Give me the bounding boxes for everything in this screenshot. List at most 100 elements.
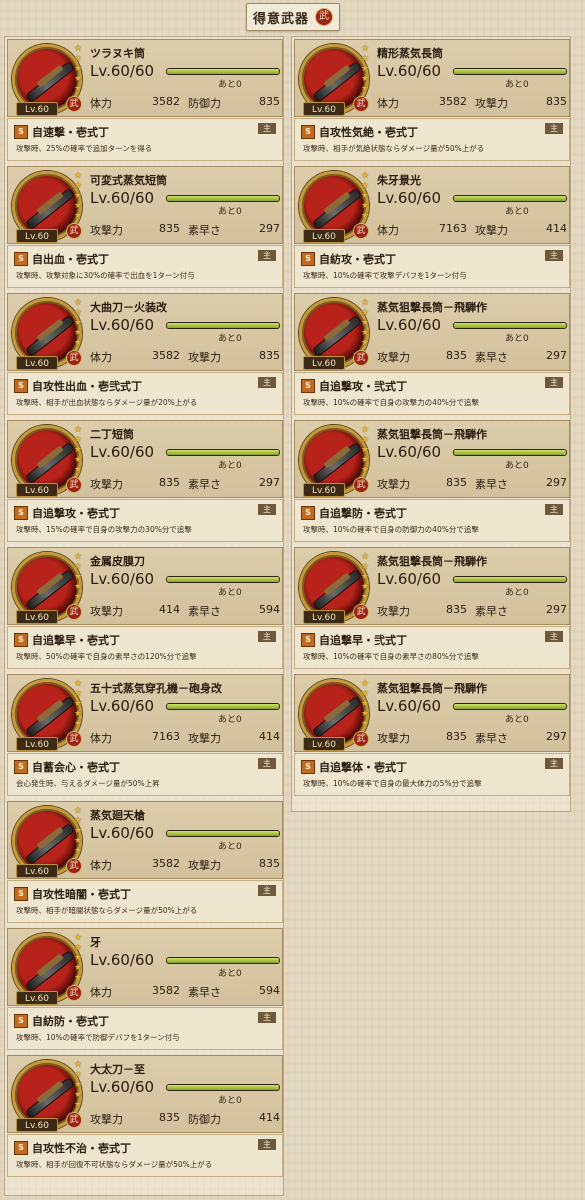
stat-2-label: 素早さ bbox=[188, 224, 221, 237]
exp-remaining: あと0 bbox=[218, 588, 242, 598]
main-skill-tag: 主 bbox=[258, 1012, 276, 1023]
weapon-type-icon: 武 bbox=[353, 731, 369, 747]
skill-name: 自攻性暗闇・壱式丁 bbox=[32, 888, 131, 901]
exp-bar-fill bbox=[167, 450, 279, 455]
weapon-card[interactable]: ★ ★ ★ ★ ★ Lv.60 武 金属皮膜刀 Lv.60/60 あと0 攻撃力 414… bbox=[7, 547, 283, 671]
exp-bar bbox=[166, 830, 280, 837]
main-skill-tag: 主 bbox=[545, 123, 563, 134]
weapon-level: Lv.60/60 bbox=[377, 62, 442, 80]
stat-2-label: 攻撃力 bbox=[188, 859, 221, 872]
weapon-card[interactable]: ★ ★ ★ ★ ★ Lv.60 武 蒸気狙撃長筒－飛騨作 Lv.60/60 あと0 攻撃… bbox=[294, 674, 570, 798]
stat-2-label: 素早さ bbox=[475, 732, 508, 745]
weapon-card[interactable]: ★ ★ ★ ★ ★ Lv.60 武 蒸気狙撃長筒－飛騨作 Lv.60/60 あと0 攻撃… bbox=[294, 420, 570, 544]
main-skill-tag: 主 bbox=[258, 123, 276, 134]
weapon-info-panel: ★ ★ ★ ★ ★ Lv.60 武 大曲刀－火装改 Lv.60/60 あと0 体力 35… bbox=[7, 293, 283, 371]
weapon-type-icon: 武 bbox=[66, 604, 82, 620]
skill-panel: S 自追撃攻・壱式丁 主 攻撃時、15%の確率で自身の攻撃力の30%分で追撃 bbox=[7, 499, 283, 542]
weapon-info-panel: ★ ★ ★ ★ ★ Lv.60 武 蒸気狙撃長筒－飛騨作 Lv.60/60 あと0 攻撃… bbox=[294, 420, 570, 498]
skill-name: 自攻性出血・壱弐式丁 bbox=[32, 380, 142, 393]
stat-2-value: 835 bbox=[259, 349, 280, 362]
rarity-stars-icon: ★ ★ ★ ★ ★ bbox=[74, 425, 83, 475]
skill-description: 攻撃時、相手が気絶状態ならダメージ量が50%上がる bbox=[303, 144, 485, 153]
weapon-info-panel: ★ ★ ★ ★ ★ Lv.60 武 蒸気狙撃長筒－飛騨作 Lv.60/60 あと0 攻撃… bbox=[294, 293, 570, 371]
rarity-stars-icon: ★ ★ ★ ★ ★ bbox=[361, 425, 370, 475]
weapon-name: 金属皮膜刀 bbox=[90, 555, 145, 568]
skill-icon: S bbox=[14, 887, 28, 901]
skill-panel: S 自攻性暗闇・壱式丁 主 攻撃時、相手が暗闇状態ならダメージ量が50%上がる bbox=[7, 880, 283, 923]
skill-icon: S bbox=[301, 125, 315, 139]
weapon-card[interactable]: ★ ★ ★ ★ ★ Lv.60 武 牙 Lv.60/60 あと0 体力 3582 素早さ… bbox=[7, 928, 283, 1052]
skill-icon: S bbox=[301, 760, 315, 774]
weapon-type-icon: 武 bbox=[66, 477, 82, 493]
weapon-name: ツラヌキ筒 bbox=[90, 47, 145, 60]
level-badge: Lv.60 bbox=[16, 737, 58, 751]
weapon-name: 可変式蒸気短筒 bbox=[90, 174, 167, 187]
stat-2-value: 835 bbox=[546, 95, 567, 108]
skill-name: 自追撃早・壱式丁 bbox=[32, 634, 120, 647]
exp-bar bbox=[453, 68, 567, 75]
exp-bar-fill bbox=[167, 704, 279, 709]
stat-2-label: 防御力 bbox=[188, 1113, 221, 1126]
weapon-card[interactable]: ★ ★ ★ ★ ★ Lv.60 武 五十式蒸気穿孔機－砲身改 Lv.60/60 あと0 … bbox=[7, 674, 283, 798]
weapon-image bbox=[26, 62, 74, 102]
exp-remaining: あと0 bbox=[218, 842, 242, 852]
weapon-name: 精形蒸気長筒 bbox=[377, 47, 443, 60]
rarity-stars-icon: ★ ★ ★ ★ ★ bbox=[74, 44, 83, 94]
weapon-card[interactable]: ★ ★ ★ ★ ★ Lv.60 武 精形蒸気長筒 Lv.60/60 あと0 体力 358… bbox=[294, 39, 570, 163]
exp-bar-fill bbox=[454, 450, 566, 455]
weapon-image bbox=[313, 697, 361, 737]
main-skill-tag: 主 bbox=[545, 504, 563, 515]
exp-bar bbox=[166, 322, 280, 329]
skill-icon: S bbox=[14, 760, 28, 774]
weapon-card[interactable]: ★ ★ ★ ★ ★ Lv.60 武 ツラヌキ筒 Lv.60/60 あと0 体力 3582… bbox=[7, 39, 283, 163]
weapon-card[interactable]: ★ ★ ★ ★ ★ Lv.60 武 二丁短筒 Lv.60/60 あと0 攻撃力 835 … bbox=[7, 420, 283, 544]
stat-2-value: 297 bbox=[546, 349, 567, 362]
main-skill-tag: 主 bbox=[545, 631, 563, 642]
skill-description: 攻撃時、攻撃対象に30%の確率で出血を1ターン付与 bbox=[16, 271, 195, 280]
stat-2-value: 297 bbox=[259, 476, 280, 489]
weapon-card[interactable]: ★ ★ ★ ★ ★ Lv.60 武 蒸気狙撃長筒－飛騨作 Lv.60/60 あと0 攻撃… bbox=[294, 293, 570, 417]
skill-icon: S bbox=[14, 252, 28, 266]
stat-2-value: 297 bbox=[546, 730, 567, 743]
stat-1-label: 体力 bbox=[90, 859, 112, 872]
stat-2-label: 素早さ bbox=[188, 605, 221, 618]
level-badge: Lv.60 bbox=[16, 1118, 58, 1132]
weapon-card[interactable]: ★ ★ ★ ★ ★ Lv.60 武 大曲刀－火装改 Lv.60/60 あと0 体力 35… bbox=[7, 293, 283, 417]
rarity-stars-icon: ★ ★ ★ ★ ★ bbox=[361, 552, 370, 602]
stat-2-value: 835 bbox=[259, 95, 280, 108]
weapon-card[interactable]: ★ ★ ★ ★ ★ Lv.60 武 蒸気廻天槍 Lv.60/60 あと0 体力 3582… bbox=[7, 801, 283, 925]
weapon-level: Lv.60/60 bbox=[90, 443, 155, 461]
weapon-card[interactable]: ★ ★ ★ ★ ★ Lv.60 武 可変式蒸気短筒 Lv.60/60 あと0 攻撃力 8… bbox=[7, 166, 283, 290]
weapon-column-right: ★ ★ ★ ★ ★ Lv.60 武 精形蒸気長筒 Lv.60/60 あと0 体力 358… bbox=[291, 36, 571, 812]
weapon-card[interactable]: ★ ★ ★ ★ ★ Lv.60 武 蒸気狙撃長筒－飛騨作 Lv.60/60 あと0 攻撃… bbox=[294, 547, 570, 671]
exp-remaining: あと0 bbox=[505, 588, 529, 598]
weapon-image bbox=[313, 570, 361, 610]
weapon-type-icon: 武 bbox=[353, 604, 369, 620]
exp-remaining: あと0 bbox=[505, 207, 529, 217]
skill-panel: S 自追撃防・壱式丁 主 攻撃時、10%の確率で自身の防御力の40%分で追撃 bbox=[294, 499, 570, 542]
weapon-level: Lv.60/60 bbox=[377, 316, 442, 334]
weapon-image bbox=[26, 189, 74, 229]
level-badge: Lv.60 bbox=[303, 229, 345, 243]
rarity-stars-icon: ★ ★ ★ ★ ★ bbox=[74, 1060, 83, 1110]
level-badge: Lv.60 bbox=[16, 864, 58, 878]
stat-1-label: 攻撃力 bbox=[377, 478, 410, 491]
main-skill-tag: 主 bbox=[258, 377, 276, 388]
exp-bar bbox=[166, 195, 280, 202]
exp-bar-fill bbox=[167, 958, 279, 963]
exp-bar-fill bbox=[167, 69, 279, 74]
weapon-info-panel: ★ ★ ★ ★ ★ Lv.60 武 金属皮膜刀 Lv.60/60 あと0 攻撃力 414… bbox=[7, 547, 283, 625]
stat-2-value: 297 bbox=[546, 476, 567, 489]
stat-1-value: 835 bbox=[446, 730, 467, 743]
skill-panel: S 自攻性気絶・壱式丁 主 攻撃時、相手が気絶状態ならダメージ量が50%上がる bbox=[294, 118, 570, 161]
exp-remaining: あと0 bbox=[218, 461, 242, 471]
weapon-image bbox=[26, 697, 74, 737]
stat-2-value: 594 bbox=[259, 603, 280, 616]
stat-1-label: 攻撃力 bbox=[377, 732, 410, 745]
weapon-card[interactable]: ★ ★ ★ ★ ★ Lv.60 武 大太刀－至 Lv.60/60 あと0 攻撃力 835… bbox=[7, 1055, 283, 1179]
weapon-card[interactable]: ★ ★ ★ ★ ★ Lv.60 武 朱牙景光 Lv.60/60 あと0 体力 7163 … bbox=[294, 166, 570, 290]
skill-icon: S bbox=[14, 379, 28, 393]
weapon-info-panel: ★ ★ ★ ★ ★ Lv.60 武 ツラヌキ筒 Lv.60/60 あと0 体力 3582… bbox=[7, 39, 283, 117]
weapon-info-panel: ★ ★ ★ ★ ★ Lv.60 武 牙 Lv.60/60 あと0 体力 3582 素早さ… bbox=[7, 928, 283, 1006]
exp-bar-fill bbox=[167, 1085, 279, 1090]
